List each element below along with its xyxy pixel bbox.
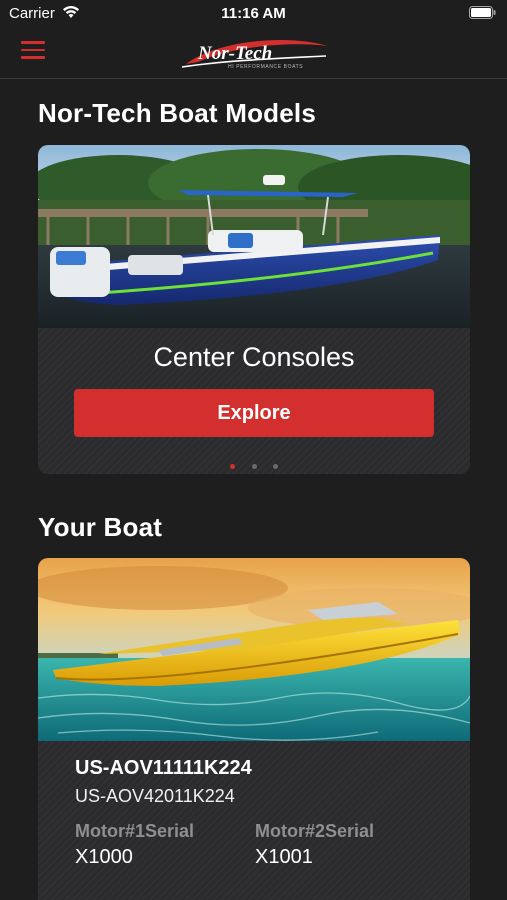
motor-1-serial-label: Motor#1Serial [75,821,195,841]
hull-id: US-AOV11111K224 [75,757,252,779]
clock: 11:16 AM [221,5,286,22]
boat-models-title: Nor-Tech Boat Models [38,98,316,128]
page-dot-2[interactable] [251,464,257,469]
logo-wordmark: Nor-Tech [197,43,272,64]
logo-tagline: HI PERFORMANCE BOATS [228,64,303,70]
status-bar: Carrier 11:16 AM [0,0,507,28]
hamburger-menu-icon[interactable] [21,41,45,63]
motor-2-serial-value: X1001 [255,846,313,868]
motor-2-serial-label: Motor#2Serial [255,821,375,841]
boat-models-carousel[interactable]: Center Consoles Explore [38,145,470,474]
motor-1-serial-value: X1000 [75,846,133,868]
nor-tech-logo: Nor-Tech HI PERFORMANCE BOATS [181,40,328,70]
model-name: Center Consoles [153,342,355,372]
explore-button[interactable]: Explore [74,389,434,437]
page-dot-1[interactable] [230,464,236,469]
your-boat-title: Your Boat [38,512,163,542]
hull-id-secondary: US-AOV42011K224 [75,786,235,806]
carousel-page-indicator[interactable] [38,456,470,469]
battery-icon [469,6,496,19]
page-dot-3[interactable] [272,464,278,469]
your-boat-card[interactable]: US-AOV11111K224 US-AOV42011K224 Motor#1S… [38,558,470,900]
your-boat-photo [38,558,470,741]
navigation-bar: Nor-Tech HI PERFORMANCE BOATS [0,28,507,79]
center-console-boat-photo [38,145,470,328]
